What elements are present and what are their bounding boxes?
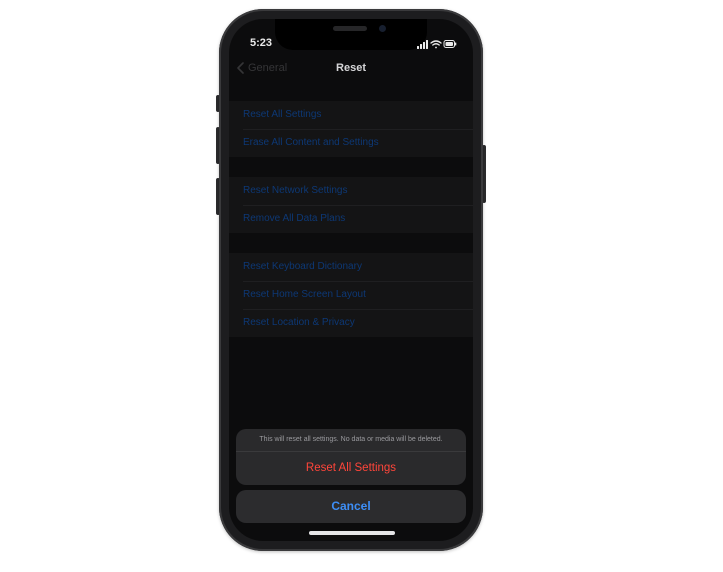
reset-keyboard-dictionary-item[interactable]: Reset Keyboard Dictionary bbox=[229, 253, 473, 281]
front-camera bbox=[379, 25, 386, 32]
status-time: 5:23 bbox=[250, 37, 273, 49]
cellular-signal-icon bbox=[417, 40, 428, 49]
status-icons bbox=[417, 37, 457, 49]
remove-data-plans-item[interactable]: Remove All Data Plans bbox=[229, 205, 473, 233]
page-title: Reset bbox=[336, 62, 366, 74]
reset-group-3: Reset Keyboard Dictionary Reset Home Scr… bbox=[229, 253, 473, 337]
cancel-button[interactable]: Cancel bbox=[236, 490, 466, 523]
reset-all-settings-item[interactable]: Reset All Settings bbox=[229, 101, 473, 129]
battery-icon bbox=[443, 40, 457, 48]
wifi-icon bbox=[430, 40, 442, 49]
reset-group-2: Reset Network Settings Remove All Data P… bbox=[229, 177, 473, 233]
phone-frame: 5:23 General Reset Reset All Settings Er… bbox=[219, 9, 483, 551]
confirm-reset-button[interactable]: Reset All Settings bbox=[236, 452, 466, 485]
reset-home-screen-layout-item[interactable]: Reset Home Screen Layout bbox=[229, 281, 473, 309]
reset-group-1: Reset All Settings Erase All Content and… bbox=[229, 101, 473, 157]
navigation-bar: General Reset bbox=[229, 55, 473, 85]
action-sheet: This will reset all settings. No data or… bbox=[236, 429, 466, 485]
reset-network-settings-item[interactable]: Reset Network Settings bbox=[229, 177, 473, 205]
erase-all-content-item[interactable]: Erase All Content and Settings bbox=[229, 129, 473, 157]
reset-location-privacy-item[interactable]: Reset Location & Privacy bbox=[229, 309, 473, 337]
home-indicator bbox=[309, 531, 395, 535]
notch bbox=[275, 19, 427, 50]
action-sheet-message: This will reset all settings. No data or… bbox=[236, 429, 466, 452]
speaker-grille bbox=[333, 26, 367, 31]
screen: 5:23 General Reset Reset All Settings Er… bbox=[229, 19, 473, 541]
